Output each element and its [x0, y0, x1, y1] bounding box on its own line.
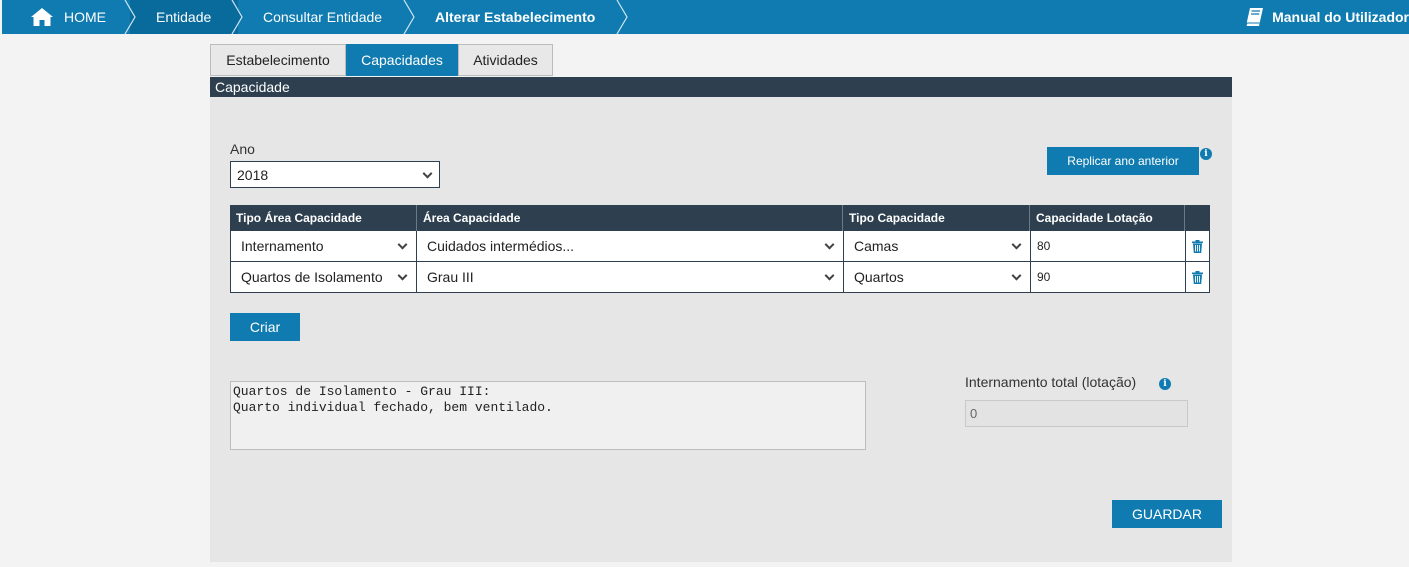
description-line-2: Quarto individual fechado, bem ventilado… [233, 400, 553, 415]
chevron-right-icon [231, 0, 243, 34]
info-icon[interactable]: i [1200, 148, 1212, 160]
table-header-tipo-area: Tipo Área Capacidade [230, 205, 417, 231]
area-select[interactable]: Cuidados intermédios... [416, 231, 844, 262]
chevron-down-icon [1011, 270, 1022, 281]
chevron-right-icon [616, 0, 628, 34]
tipo-capacidade-value: Camas [854, 238, 899, 254]
chevron-down-icon [397, 270, 408, 281]
tab-atividades[interactable]: Atividades [458, 44, 553, 76]
chevron-down-icon [824, 270, 835, 281]
area-value: Grau III [427, 269, 474, 285]
area-value: Cuidados intermédios... [427, 238, 575, 254]
book-icon [1245, 8, 1264, 27]
breadcrumb-home[interactable]: HOME [30, 0, 106, 34]
info-icon[interactable]: i [1159, 378, 1171, 390]
breadcrumb-alterar-estabelecimento: Alterar Estabelecimento [435, 9, 596, 25]
tipo-capacidade-select[interactable]: Camas [843, 231, 1031, 262]
trash-icon [1192, 270, 1203, 284]
tipo-capacidade-select[interactable]: Quartos [843, 262, 1031, 293]
chevron-down-icon [422, 168, 433, 179]
area-select[interactable]: Grau III [416, 262, 844, 293]
breadcrumb-home-label: HOME [64, 9, 106, 25]
trash-icon [1192, 239, 1203, 253]
chevron-right-icon [403, 0, 415, 34]
ano-label: Ano [230, 141, 255, 157]
home-icon [31, 8, 53, 26]
replicar-ano-anterior-button[interactable]: Replicar ano anterior [1047, 147, 1199, 175]
panel-title: Capacidade [210, 77, 1232, 97]
tab-capacidades[interactable]: Capacidades [346, 44, 458, 76]
description-textarea[interactable]: Quartos de Isolamento - Grau III: Quarto… [230, 381, 866, 450]
tipo-capacidade-value: Quartos [854, 269, 904, 285]
tab-estabelecimento[interactable]: Estabelecimento [210, 44, 346, 76]
ano-select[interactable]: 2018 [230, 161, 440, 188]
table-header-lotacao: Capacidade Lotação [1030, 205, 1185, 231]
breadcrumb-consultar-entidade[interactable]: Consultar Entidade [263, 0, 382, 34]
description-line-1: Quartos de Isolamento - Grau III: [233, 384, 491, 399]
manual-label: Manual do Utilizador [1272, 9, 1409, 25]
delete-row-button[interactable] [1185, 231, 1210, 262]
lotacao-input[interactable]: 90 [1030, 262, 1186, 293]
chevron-down-icon [397, 239, 408, 250]
guardar-button[interactable]: GUARDAR [1112, 500, 1222, 528]
manual-link[interactable]: Manual do Utilizador [1244, 0, 1409, 34]
breadcrumb-entidade[interactable]: Entidade [156, 0, 211, 34]
table-header-area: Área Capacidade [417, 205, 843, 231]
tipo-area-value: Quartos de Isolamento [241, 269, 383, 285]
chevron-right-icon [124, 0, 136, 34]
table-header-actions [1185, 205, 1210, 231]
breadcrumb: HOME Entidade Consultar Entidade Alterar… [2, 0, 1409, 34]
ano-select-value: 2018 [237, 166, 269, 183]
tipo-area-select[interactable]: Quartos de Isolamento [230, 262, 417, 293]
criar-button[interactable]: Criar [230, 313, 300, 341]
internamento-total-field: 0 [965, 400, 1188, 427]
chevron-down-icon [824, 239, 835, 250]
tipo-area-value: Internamento [241, 238, 324, 254]
internamento-total-label: Internamento total (lotação) [965, 374, 1137, 390]
table-header-tipo-capacidade: Tipo Capacidade [843, 205, 1030, 231]
tipo-area-select[interactable]: Internamento [230, 231, 417, 262]
lotacao-input[interactable]: 80 [1030, 231, 1186, 262]
delete-row-button[interactable] [1185, 262, 1210, 293]
chevron-down-icon [1011, 239, 1022, 250]
